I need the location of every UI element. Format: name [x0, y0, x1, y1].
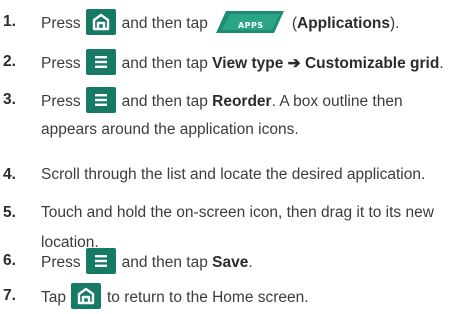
home-key-icon [71, 283, 101, 309]
apps-tab-label: APPS [237, 21, 264, 30]
menu-key-icon [85, 87, 116, 113]
step-text: Tap [41, 289, 66, 307]
step-text: and then tap [121, 15, 208, 33]
home-key-icon [85, 9, 116, 35]
step-number: 6. [3, 252, 16, 269]
step-text: and then tap [121, 254, 208, 272]
step-text: to return to the Home screen. [107, 289, 309, 307]
step-text: Press [41, 15, 81, 33]
step-text: and then tap [121, 55, 208, 73]
step-text: Touch and hold the on-screen icon, then … [41, 204, 434, 221]
instruction-steps: 1. Press and then tap APPS (Applications… [0, 0, 470, 314]
step-text: Press [41, 93, 81, 111]
apps-tab-icon: APPS [215, 9, 286, 35]
step-bold-text: Save [212, 254, 249, 272]
step-number: 4. [3, 166, 16, 183]
step-number: 5. [3, 204, 16, 221]
step-text: Press [41, 254, 81, 272]
menu-key-icon [85, 248, 116, 274]
step-bold-text: Reorder [212, 93, 272, 111]
step-number: 7. [3, 287, 16, 304]
step-text: and then tap [121, 93, 208, 111]
step-number: 3. [3, 91, 16, 108]
step-number: 1. [3, 13, 16, 30]
step-number: 2. [3, 53, 16, 70]
step-bold-text: Applications [297, 15, 391, 33]
step-text: Scroll through the list and locate the d… [41, 166, 426, 183]
step-text: Press [41, 55, 81, 73]
menu-key-icon [85, 49, 116, 75]
step-bold-text: View type ➔ Customizable grid [212, 55, 440, 73]
step-continuation: appears around the application icons. [41, 121, 299, 138]
